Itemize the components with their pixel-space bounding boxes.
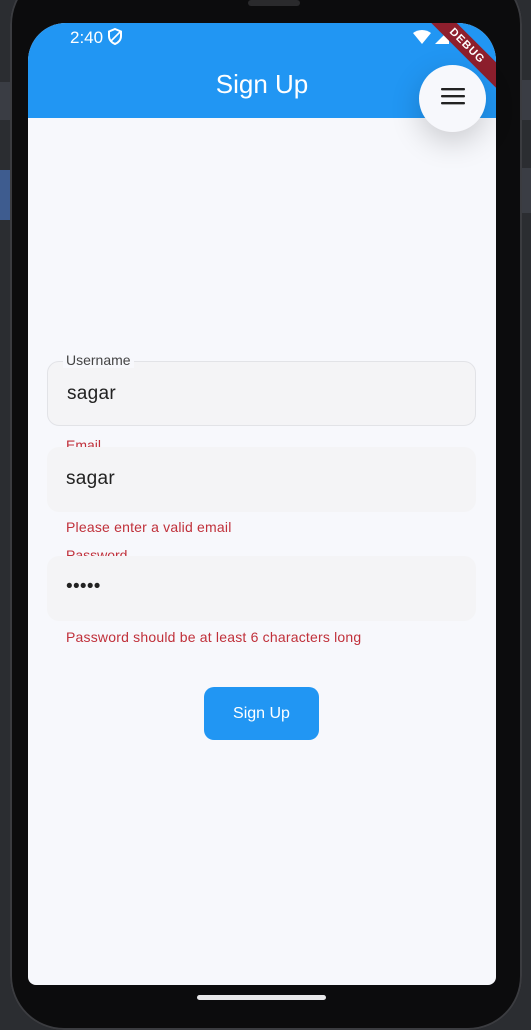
shield-icon [108,27,122,50]
email-value: sagar [66,468,116,489]
wifi-icon [413,29,431,49]
password-error: Password should be at least 6 characters… [66,629,362,645]
menu-icon [440,87,465,110]
email-error: Please enter a valid email [66,519,232,535]
sign-up-button[interactable]: Sign Up [204,687,319,740]
username-field[interactable]: sagar [47,361,476,426]
password-value: ••••• [66,576,101,597]
status-time: 2:40 [70,28,104,47]
menu-button[interactable] [419,65,486,132]
username-value: sagar [67,383,117,404]
speaker-slot [248,0,300,6]
home-indicator[interactable] [197,995,326,1000]
password-field[interactable]: ••••• [47,556,476,621]
email-field[interactable]: sagar [47,447,476,512]
username-label: Username [63,352,134,368]
